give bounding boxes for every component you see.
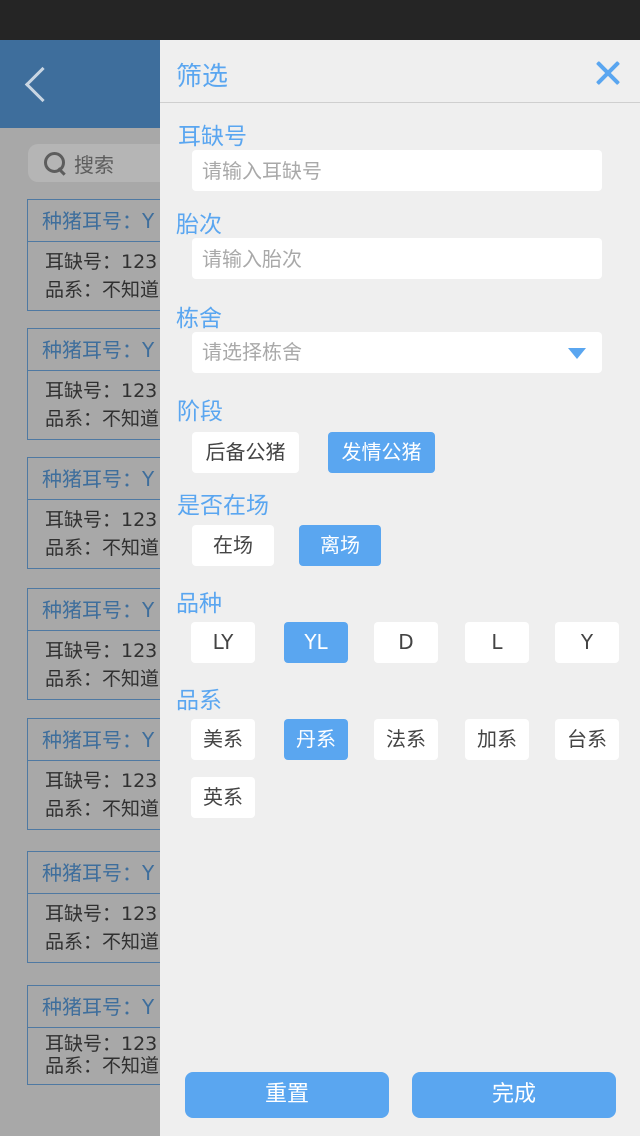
done-button[interactable]: 完成: [412, 1072, 616, 1118]
breed-option-yl[interactable]: YL: [284, 622, 348, 663]
stage-option-reserve-boar[interactable]: 后备公猪: [192, 432, 299, 473]
close-icon[interactable]: [596, 61, 620, 85]
parity-label: 胎次: [176, 212, 222, 238]
breed-option-ly[interactable]: LY: [191, 622, 255, 663]
drawer-header: 筛选: [160, 40, 640, 103]
stage-label: 阶段: [177, 399, 223, 425]
breed-option-d[interactable]: D: [374, 622, 438, 663]
line-label: 品系: [176, 688, 222, 714]
stage-option-estrus-boar[interactable]: 发情公猪: [328, 432, 435, 473]
on-site-option-left[interactable]: 离场: [299, 525, 381, 566]
line-option-taiwanese[interactable]: 台系: [555, 719, 619, 760]
status-bar: [0, 0, 640, 40]
line-option-american[interactable]: 美系: [191, 719, 255, 760]
dropdown-arrow-icon: [568, 348, 586, 359]
barn-select[interactable]: 请选择栋舍: [192, 332, 602, 373]
breed-option-l[interactable]: L: [465, 622, 529, 663]
back-icon[interactable]: [22, 66, 52, 102]
barn-select-placeholder: 请选择栋舍: [202, 340, 302, 364]
line-option-danish[interactable]: 丹系: [284, 719, 348, 760]
line-option-french[interactable]: 法系: [374, 719, 438, 760]
ear-notch-input[interactable]: [192, 150, 602, 191]
drawer-title: 筛选: [176, 62, 229, 92]
parity-input[interactable]: [192, 238, 602, 279]
search-placeholder: 搜索: [74, 152, 114, 177]
breed-option-y[interactable]: Y: [555, 622, 619, 663]
filter-drawer: 筛选 耳缺号 胎次 栋舍 请选择栋舍 阶段 后备公猪 发情公猪 是否在场 在场 …: [160, 40, 640, 1136]
ear-notch-label: 耳缺号: [178, 124, 247, 150]
line-option-canadian[interactable]: 加系: [465, 719, 529, 760]
reset-button[interactable]: 重置: [185, 1072, 389, 1118]
line-option-british[interactable]: 英系: [191, 777, 255, 818]
on-site-label: 是否在场: [177, 493, 269, 519]
barn-label: 栋舍: [176, 306, 222, 332]
on-site-option-present[interactable]: 在场: [192, 525, 274, 566]
breed-label: 品种: [176, 591, 222, 617]
search-icon: [42, 150, 68, 176]
